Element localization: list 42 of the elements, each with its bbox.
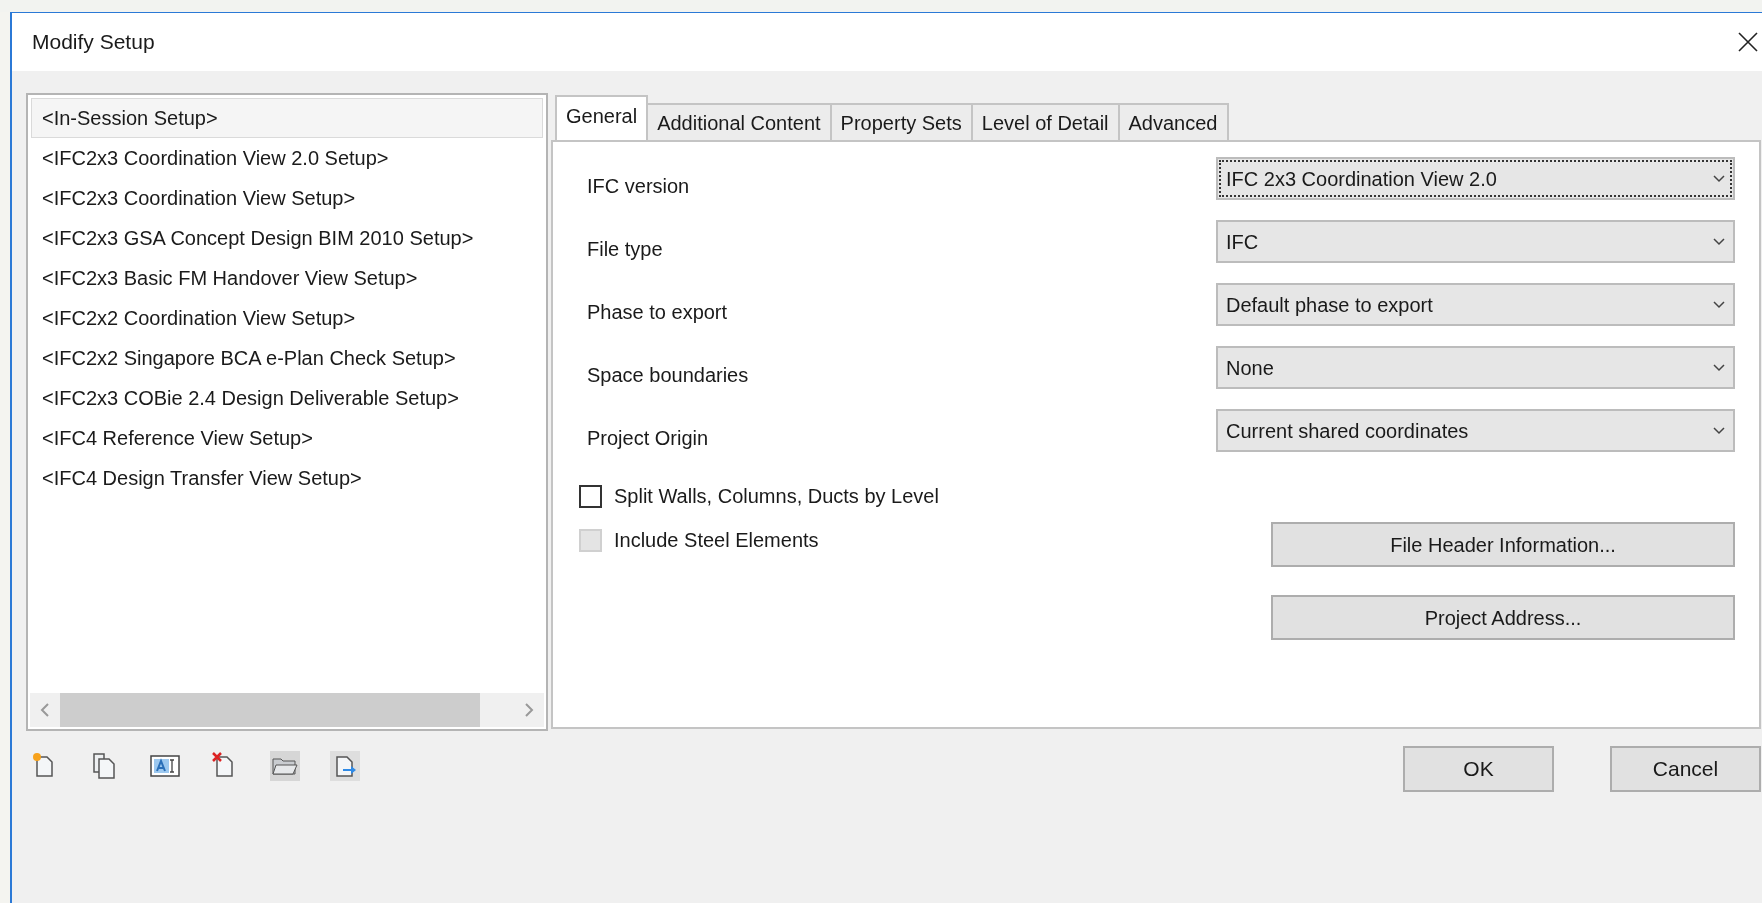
setup-list-item[interactable]: <IFC2x3 COBie 2.4 Design Deliverable Setup> bbox=[31, 378, 543, 418]
setup-list-item[interactable]: <IFC2x2 Coordination View Setup> bbox=[31, 298, 543, 338]
tab[interactable]: Advanced bbox=[1117, 103, 1229, 142]
checkbox-label: Include Steel Elements bbox=[614, 528, 819, 553]
setup-list-item[interactable]: <IFC2x3 Basic FM Handover View Setup> bbox=[31, 258, 543, 298]
setup-list-item[interactable]: <IFC4 Design Transfer View Setup> bbox=[31, 458, 543, 498]
checkbox[interactable] bbox=[579, 484, 602, 508]
close-icon[interactable] bbox=[1736, 30, 1760, 54]
setup-list-item[interactable]: <IFC4 Reference View Setup> bbox=[31, 418, 543, 458]
folder-icon[interactable] bbox=[270, 751, 300, 781]
chevron-down-icon bbox=[1713, 363, 1725, 372]
field-label: Space boundaries bbox=[587, 362, 749, 388]
panel-button[interactable]: Project Address... bbox=[1271, 595, 1735, 640]
panel-button[interactable]: File Header Information... bbox=[1271, 522, 1735, 567]
dialog-button[interactable]: Cancel bbox=[1610, 746, 1761, 792]
setup-list-item[interactable]: <In-Session Setup> bbox=[31, 98, 543, 138]
field-label: Project Origin bbox=[587, 425, 709, 451]
dropdown[interactable]: None bbox=[1216, 346, 1735, 389]
checkbox-label: Split Walls, Columns, Ducts by Level bbox=[614, 484, 939, 509]
dropdown[interactable]: IFC 2x3 Coordination View 2.0 bbox=[1216, 157, 1735, 200]
setup-list-item[interactable]: <IFC2x3 Coordination View Setup> bbox=[31, 178, 543, 218]
field-label: IFC version bbox=[587, 173, 690, 199]
tab[interactable]: Property Sets bbox=[829, 103, 973, 142]
dropdown[interactable]: Current shared coordinates bbox=[1216, 409, 1735, 452]
field-label: File type bbox=[587, 236, 663, 262]
chevron-down-icon bbox=[1713, 237, 1725, 246]
chevron-down-icon bbox=[1713, 426, 1725, 435]
setup-list-item[interactable]: <IFC2x2 Singapore BCA e-Plan Check Setup> bbox=[31, 338, 543, 378]
setup-list-item[interactable]: <IFC2x3 GSA Concept Design BIM 2010 Setup> bbox=[31, 218, 543, 258]
dropdown[interactable]: IFC bbox=[1216, 220, 1735, 263]
chevron-down-icon bbox=[1713, 300, 1725, 309]
tab[interactable]: General bbox=[555, 95, 649, 140]
dropdown[interactable]: Default phase to export bbox=[1216, 283, 1735, 326]
horizontal-scrollbar[interactable] bbox=[30, 693, 544, 727]
tab[interactable]: Additional Content bbox=[646, 103, 832, 142]
window-title: Modify Setup bbox=[32, 29, 155, 56]
chevron-down-icon bbox=[1713, 174, 1725, 183]
export-icon[interactable] bbox=[330, 751, 360, 781]
setup-list-item[interactable]: <IFC2x3 Coordination View 2.0 Setup> bbox=[31, 138, 543, 178]
tab[interactable]: Level of Detail bbox=[970, 103, 1120, 142]
field-label: Phase to export bbox=[587, 299, 728, 325]
dialog-button[interactable]: OK bbox=[1403, 746, 1554, 792]
